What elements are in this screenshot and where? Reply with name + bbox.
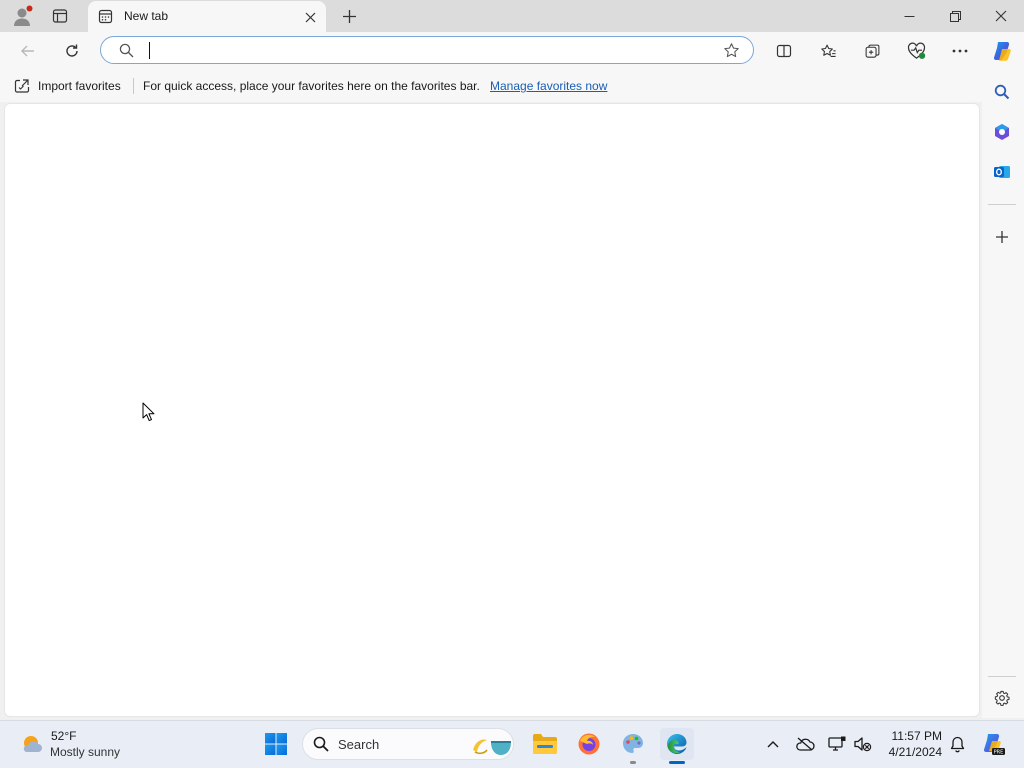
gear-icon bbox=[994, 690, 1010, 706]
clock-time: 11:57 PM bbox=[891, 729, 942, 743]
sidebar-divider bbox=[988, 676, 1016, 677]
plus-icon bbox=[342, 9, 356, 23]
paint-palette-icon bbox=[623, 734, 643, 753]
heart-pulse-icon bbox=[907, 42, 925, 59]
add-favorite-button[interactable] bbox=[719, 40, 743, 60]
show-hidden-icons-button[interactable] bbox=[762, 734, 784, 754]
notification-dot-icon bbox=[26, 5, 33, 12]
tab-title: New tab bbox=[124, 9, 169, 23]
weather-condition: Mostly sunny bbox=[50, 745, 121, 759]
notifications-button[interactable] bbox=[946, 734, 968, 754]
sidebar-search-button[interactable] bbox=[988, 80, 1016, 104]
taskbar-edge[interactable] bbox=[660, 728, 694, 760]
taskbar-search-label: Search bbox=[338, 737, 380, 752]
new-tab-button[interactable] bbox=[336, 4, 362, 28]
sidebar-divider bbox=[988, 204, 1016, 205]
sun-cloud-icon bbox=[20, 732, 44, 756]
sidebar-outlook-button[interactable] bbox=[988, 160, 1016, 184]
restore-icon bbox=[949, 10, 961, 22]
minimize-button[interactable] bbox=[892, 4, 926, 28]
cloud-offline-icon bbox=[796, 737, 815, 751]
arrow-left-icon bbox=[21, 45, 34, 57]
taskbar-paint[interactable] bbox=[616, 728, 650, 760]
bell-icon bbox=[950, 736, 964, 752]
favorites-bar-divider bbox=[133, 78, 134, 94]
text-caret bbox=[149, 42, 150, 59]
taskbar-clock[interactable]: 11:57 PM 4/21/2024 bbox=[880, 726, 946, 762]
copilot-icon bbox=[993, 42, 1011, 61]
collections-button[interactable] bbox=[857, 38, 887, 64]
favorites-icon bbox=[820, 44, 836, 57]
search-icon bbox=[994, 84, 1010, 100]
edge-icon bbox=[667, 734, 687, 754]
search-icon bbox=[313, 736, 329, 752]
search-highlight-icon bbox=[469, 732, 513, 758]
microsoft365-icon bbox=[995, 124, 1009, 140]
collections-icon bbox=[865, 44, 879, 58]
favorites-bar: Import favorites For quick access, place… bbox=[0, 70, 1024, 102]
sidebar-add-button[interactable] bbox=[988, 225, 1016, 249]
refresh-button[interactable] bbox=[58, 38, 86, 64]
taskbar-file-explorer[interactable] bbox=[528, 728, 562, 760]
search-icon bbox=[119, 43, 134, 58]
split-screen-icon bbox=[776, 44, 792, 58]
volume-muted-icon bbox=[854, 737, 872, 752]
start-button[interactable] bbox=[260, 728, 292, 760]
taskbar-firefox[interactable] bbox=[572, 728, 606, 760]
tab-strip: New tab bbox=[0, 0, 1024, 32]
weather-widget[interactable]: 52°F Mostly sunny bbox=[14, 726, 134, 764]
tab-actions-button[interactable] bbox=[46, 4, 74, 28]
vertical-tabs-icon bbox=[52, 9, 68, 23]
close-icon bbox=[995, 10, 1007, 22]
sidebar-microsoft365-button[interactable] bbox=[988, 120, 1016, 144]
split-screen-button[interactable] bbox=[769, 38, 799, 64]
taskbar-search-box[interactable]: Search bbox=[302, 728, 514, 760]
profile-button[interactable] bbox=[8, 4, 36, 28]
more-icon bbox=[952, 49, 968, 53]
plus-icon bbox=[996, 231, 1008, 243]
favorites-bar-message: For quick access, place your favorites h… bbox=[143, 79, 480, 93]
back-button[interactable] bbox=[14, 38, 42, 64]
weather-temperature: 52°F bbox=[51, 729, 77, 743]
edge-sidebar bbox=[982, 70, 1024, 718]
settings-and-more-button[interactable] bbox=[945, 38, 975, 64]
close-tab-button[interactable] bbox=[300, 7, 320, 27]
windows-logo-icon bbox=[265, 733, 287, 755]
running-app-indicator bbox=[630, 761, 636, 764]
sidebar-settings-button[interactable] bbox=[988, 686, 1016, 710]
mouse-cursor-icon bbox=[142, 402, 155, 422]
tab-new-tab[interactable]: New tab bbox=[88, 1, 326, 32]
close-window-button[interactable] bbox=[984, 4, 1018, 28]
address-bar[interactable] bbox=[100, 36, 754, 64]
manage-favorites-link[interactable]: Manage favorites now bbox=[490, 79, 607, 93]
refresh-icon bbox=[66, 44, 78, 57]
copilot-icon: PRE bbox=[983, 734, 1005, 756]
outlook-icon bbox=[994, 166, 1010, 178]
tray-volume[interactable] bbox=[851, 734, 875, 754]
import-icon bbox=[14, 78, 30, 94]
star-icon bbox=[723, 42, 739, 57]
folder-icon bbox=[533, 734, 557, 754]
clock-date: 4/21/2024 bbox=[888, 745, 942, 759]
profile-icon bbox=[14, 5, 33, 26]
restore-button[interactable] bbox=[938, 4, 972, 28]
import-favorites-label: Import favorites bbox=[38, 79, 121, 93]
taskbar-copilot-preview[interactable]: PRE bbox=[978, 730, 1008, 758]
browser-essentials-button[interactable] bbox=[901, 38, 931, 64]
new-tab-icon bbox=[98, 9, 113, 24]
import-favorites-button[interactable]: Import favorites bbox=[12, 75, 128, 97]
tray-onedrive[interactable] bbox=[793, 734, 817, 754]
svg-text:PRE: PRE bbox=[994, 750, 1004, 756]
firefox-icon bbox=[578, 733, 600, 755]
monitor-network-icon bbox=[828, 736, 846, 751]
favorites-button[interactable] bbox=[813, 38, 843, 64]
minimize-icon bbox=[904, 15, 914, 17]
active-app-indicator bbox=[669, 761, 685, 764]
copilot-button[interactable] bbox=[988, 37, 1016, 65]
close-icon bbox=[305, 12, 315, 22]
tray-network[interactable] bbox=[825, 734, 849, 754]
chevron-up-icon bbox=[767, 741, 779, 748]
